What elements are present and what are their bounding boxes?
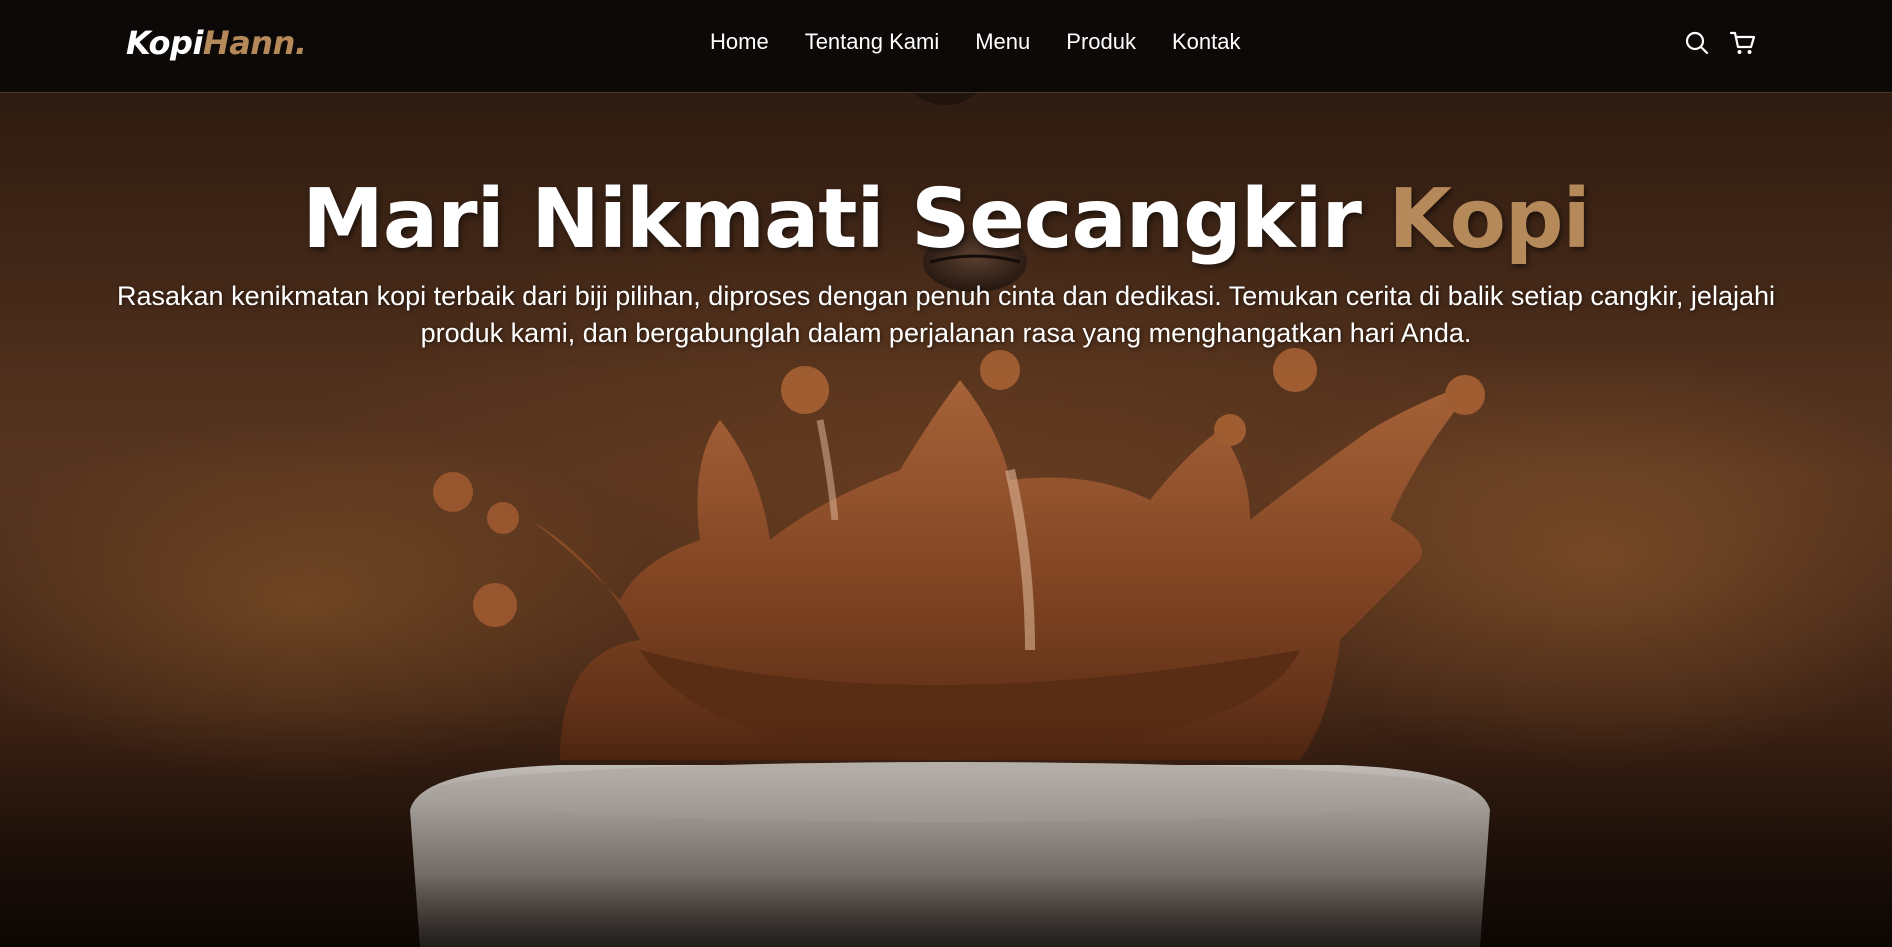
- hero-title-main: Mari Nikmati Secangkir: [302, 172, 1362, 267]
- nav-link-produk[interactable]: Produk: [1066, 28, 1136, 56]
- hero-title: Mari Nikmati Secangkir Kopi: [0, 170, 1892, 270]
- nav-link-tentang-kami[interactable]: Tentang Kami: [805, 28, 940, 56]
- hero-title-accent: Kopi: [1388, 172, 1591, 267]
- nav-icons: [1684, 30, 1756, 56]
- nav-link-kontak[interactable]: Kontak: [1172, 28, 1241, 56]
- logo[interactable]: KopiHann.: [126, 24, 307, 62]
- navbar: KopiHann. Home Tentang Kami Menu Produk …: [0, 0, 1892, 93]
- hero-content: Mari Nikmati Secangkir Kopi Rasakan keni…: [0, 170, 1892, 352]
- search-icon[interactable]: [1684, 30, 1710, 56]
- logo-main-text: Kopi: [126, 24, 203, 62]
- nav-link-home[interactable]: Home: [710, 28, 769, 56]
- cart-icon[interactable]: [1729, 30, 1756, 56]
- nav-links: Home Tentang Kami Menu Produk Kontak: [710, 28, 1276, 56]
- hero-description: Rasakan kenikmatan kopi terbaik dari bij…: [117, 281, 1775, 348]
- hero-background: [0, 0, 1892, 947]
- logo-accent-text: Hann.: [202, 24, 307, 62]
- nav-link-menu[interactable]: Menu: [975, 28, 1030, 56]
